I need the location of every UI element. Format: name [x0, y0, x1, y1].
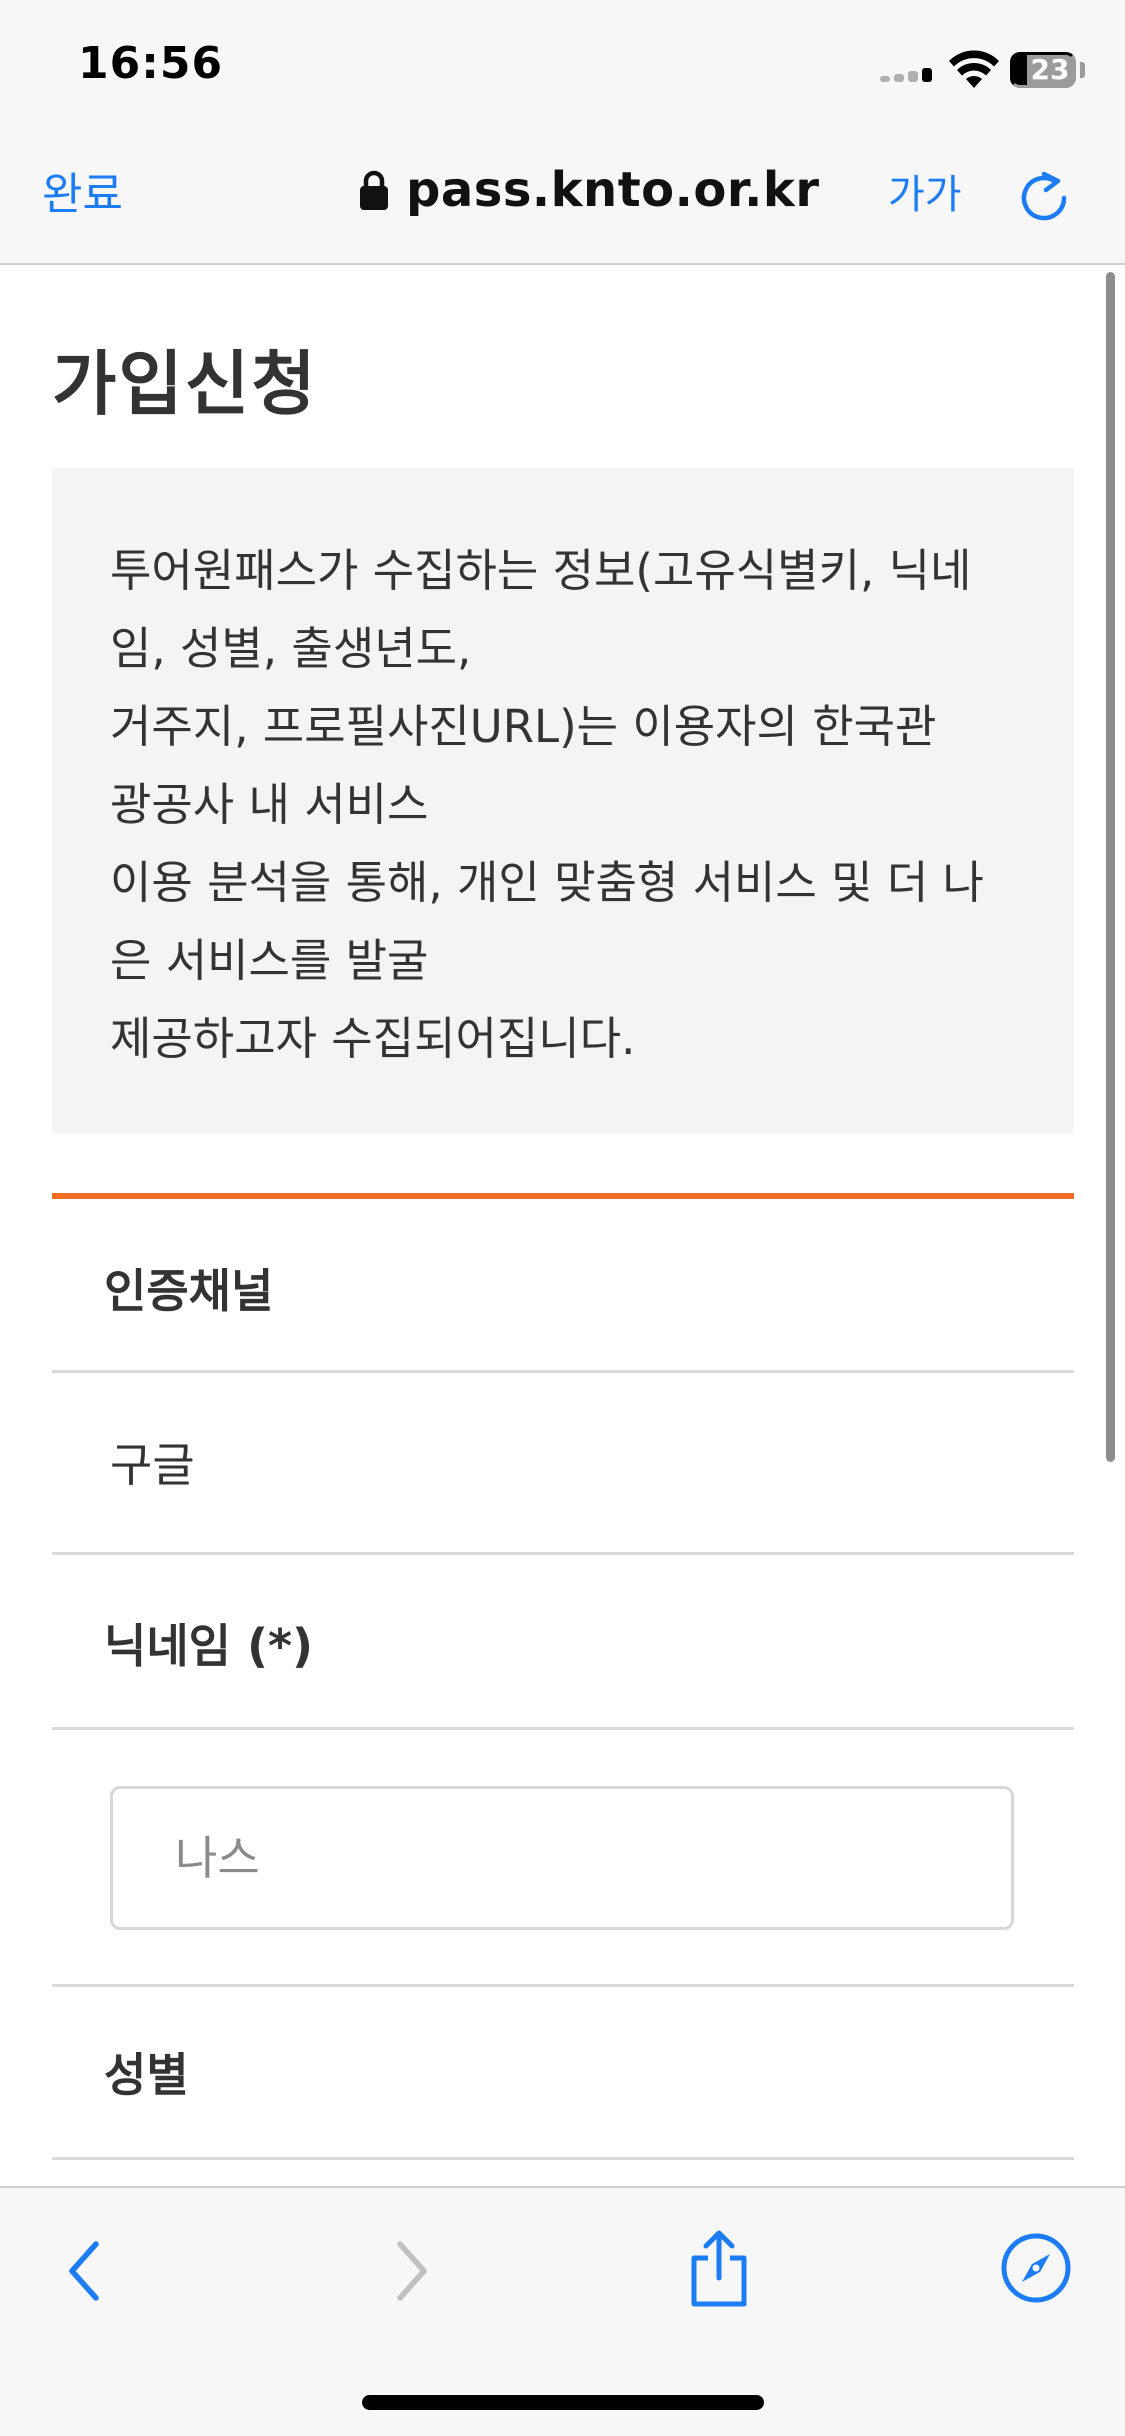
- gender-label-row: 성별: [52, 1987, 1074, 2160]
- forward-icon[interactable]: [374, 2234, 444, 2308]
- lock-icon: [360, 170, 388, 210]
- notice-line: 제공하고자 수집되어집니다.: [110, 1012, 636, 1065]
- wifi-icon: [949, 50, 999, 88]
- auth-channel-label-row: 인증채널: [52, 1199, 1074, 1373]
- battery-level-text: 23: [1030, 53, 1070, 86]
- notice-line: 투어원패스가 수집하는 정보(고유식별키, 닉네: [110, 544, 972, 597]
- page-title: 가입신청: [52, 343, 318, 425]
- auth-channel-value-row: 구글: [52, 1373, 1074, 1555]
- url-text: pass.knto.or.kr: [406, 162, 820, 218]
- cellular-signal-icon: [880, 68, 936, 82]
- notice-line: 임, 성별, 출생년도,: [110, 622, 472, 675]
- home-indicator[interactable]: [362, 2395, 764, 2410]
- auth-channel-label: 인증채널: [104, 1264, 274, 1318]
- done-button[interactable]: 완료: [42, 158, 123, 222]
- battery-icon: 23: [1010, 52, 1076, 88]
- auth-channel-value: 구글: [110, 1438, 195, 1492]
- text-size-button[interactable]: 가가: [888, 162, 962, 220]
- gender-label: 성별: [104, 2048, 189, 2102]
- privacy-notice: 투어원패스가 수집하는 정보(고유식별키, 닉네 임, 성별, 출생년도, 거주…: [52, 468, 1074, 1134]
- url-field[interactable]: pass.knto.or.kr: [358, 160, 820, 220]
- notice-line: 이용 분석을 통해, 개인 맞춤형 서비스 및 더 나: [110, 856, 984, 909]
- notice-line: 거주지, 프로필사진URL)는 이용자의 한국관: [110, 700, 937, 753]
- status-bar: 16:56 23: [0, 0, 1125, 130]
- browser-nav-bar: 완료 pass.knto.or.kr 가가: [0, 130, 1125, 265]
- nickname-label-row: 닉네임 (*): [52, 1555, 1074, 1730]
- nickname-label: 닉네임 (*): [104, 1619, 314, 1673]
- notice-line: 광공사 내 서비스: [110, 778, 429, 831]
- compass-icon[interactable]: [1000, 2232, 1072, 2304]
- status-time: 16:56: [78, 38, 224, 89]
- reload-icon[interactable]: [1016, 168, 1072, 224]
- share-icon[interactable]: [684, 2228, 754, 2308]
- back-icon[interactable]: [52, 2234, 122, 2308]
- nickname-input[interactable]: [110, 1786, 1014, 1930]
- notice-line: 은 서비스를 발굴: [110, 934, 429, 987]
- battery-nub: [1080, 62, 1085, 78]
- scrollbar[interactable]: [1106, 272, 1115, 1462]
